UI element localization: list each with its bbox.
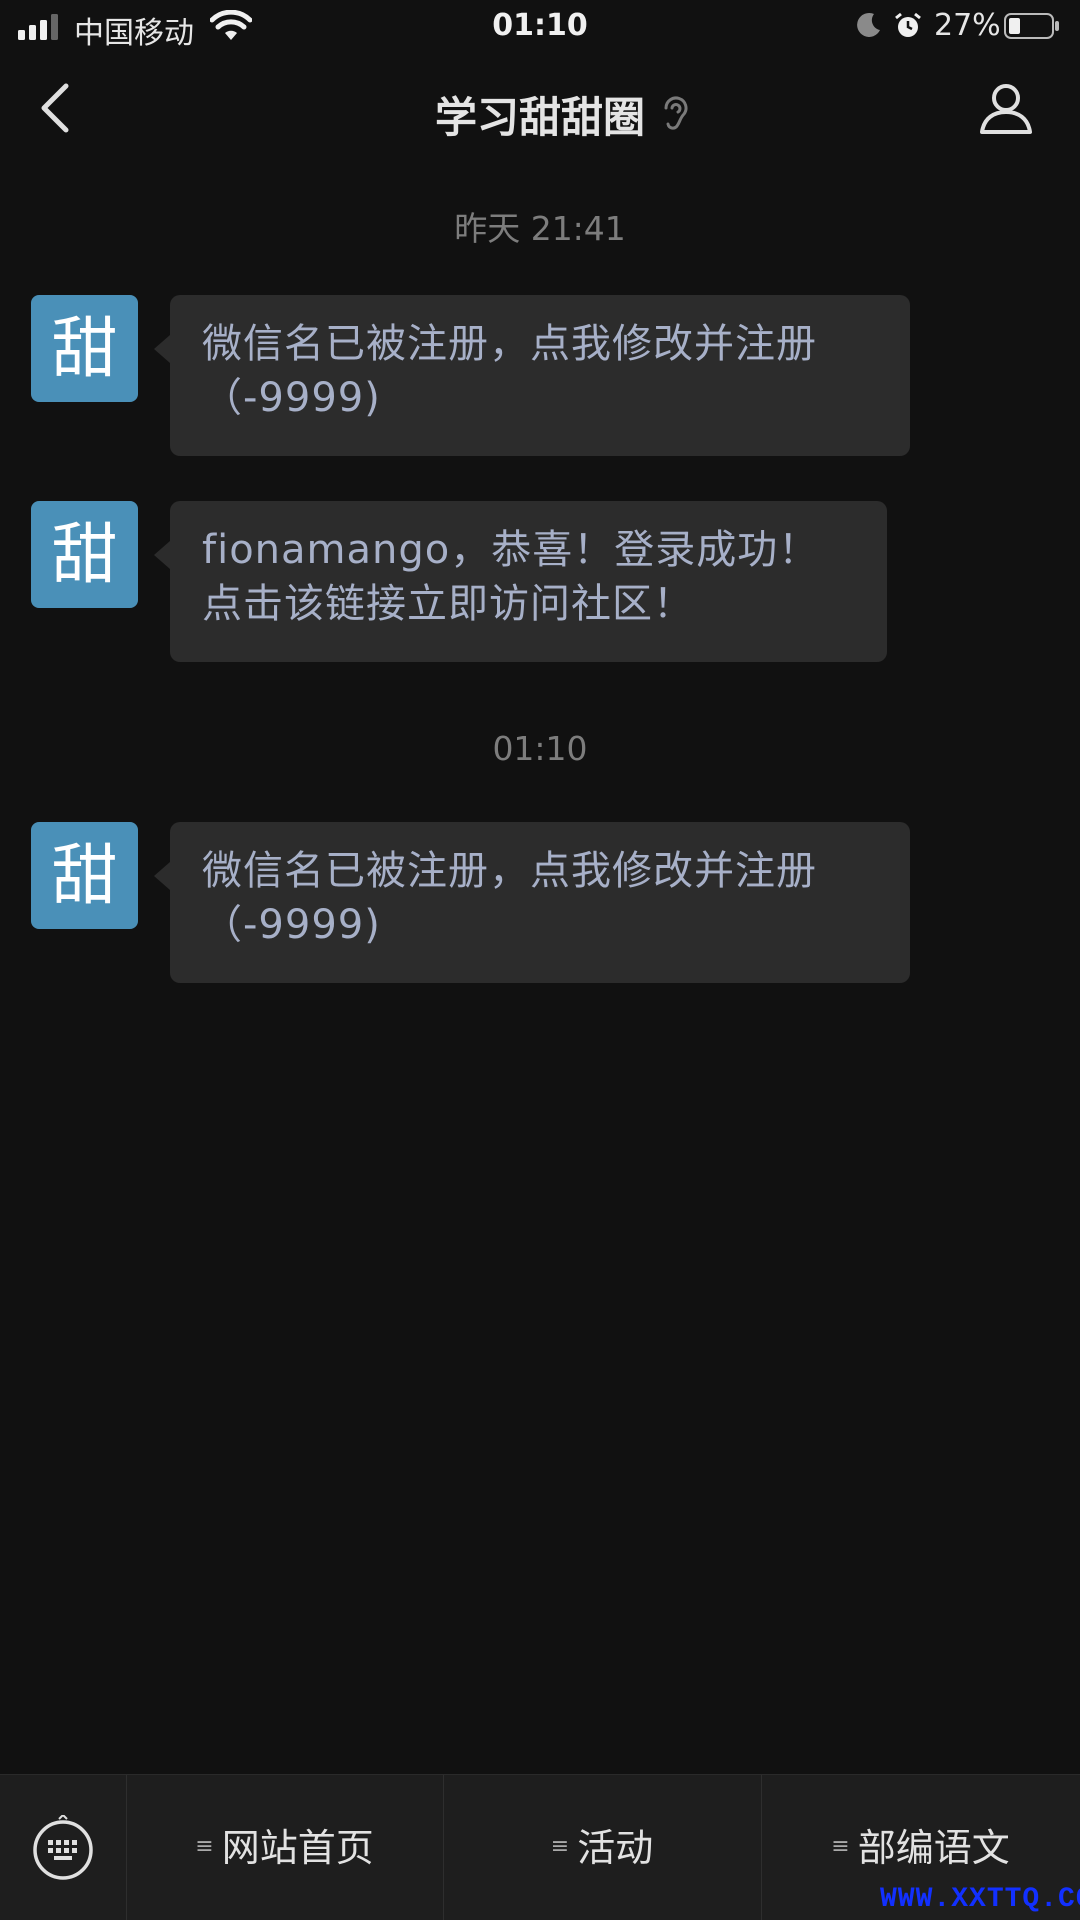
menu-lines-icon: ≡ [195,1833,214,1859]
message-line: 点击该链接立即访问社区！ [202,581,694,627]
menu-item-label: 活动 [577,1826,654,1870]
message-line: 微信名已被注册，点我修改并注册 [202,321,817,367]
message-line: （-9999) [202,902,381,948]
chat-timestamp: 昨天 21:41 [454,209,626,248]
ear-icon [664,96,688,130]
alarm-icon [895,12,921,37]
message-line: （-9999) [202,375,381,421]
status-bar: 中国移动 01:10 27% [0,0,1080,54]
keyboard-toggle-button[interactable] [0,1775,127,1920]
menu-item-home[interactable]: ≡ 网站首页 [126,1775,444,1920]
nav-bar: 学习甜甜圈 [0,58,1080,158]
battery-percentage: 27% [934,8,1001,43]
message-bubble[interactable]: fionamango，恭喜！登录成功！ 点击该链接立即访问社区！ [154,501,887,662]
message-line: 微信名已被注册，点我修改并注册 [202,848,817,894]
chat-timestamp: 01:10 [492,729,588,768]
avatar[interactable]: 甜 [31,295,138,402]
profile-button[interactable] [976,78,1036,138]
keyboard-icon [33,1815,93,1880]
message-bubble[interactable]: 微信名已被注册，点我修改并注册 （-9999) [154,822,910,983]
menu-item-label: 部编语文 [857,1826,1010,1870]
menu-item-label: 网站首页 [221,1826,374,1870]
avatar[interactable]: 甜 [31,501,138,608]
chat-screen: 中国移动 01:10 27% 学习甜甜圈 昨天 21:41 甜 微信名已被注册，… [0,0,1080,1920]
message-line: fionamango，恭喜！登录成功！ [202,527,820,573]
message-bubble[interactable]: 微信名已被注册，点我修改并注册 （-9999) [154,295,910,456]
menu-lines-icon: ≡ [550,1833,570,1859]
menu-lines-icon: ≡ [831,1833,850,1859]
battery-icon [1004,13,1059,39]
watermark: WWW.XXTTQ.COM [880,1884,1080,1915]
menu-item-events[interactable]: ≡ 活动 [443,1775,762,1920]
chat-title: 学习甜甜圈 [434,93,645,142]
avatar[interactable]: 甜 [31,822,138,929]
moon-icon [857,12,880,37]
